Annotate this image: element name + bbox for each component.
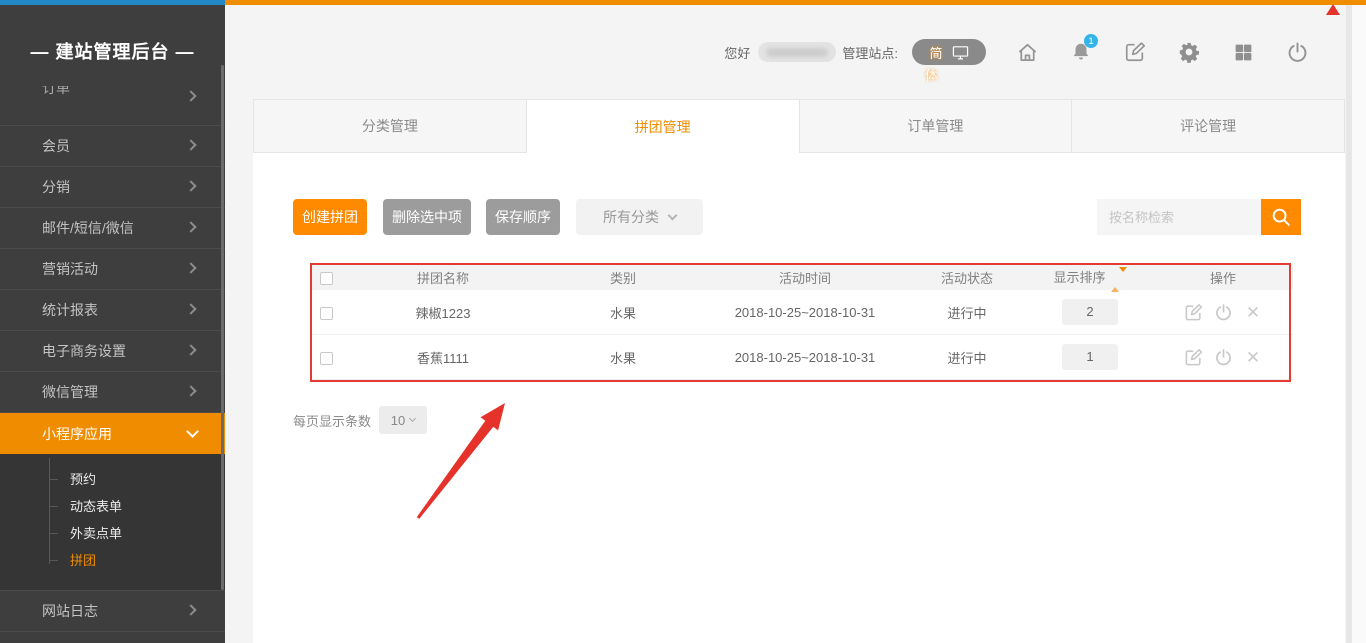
- tab-order-management[interactable]: 订单管理: [800, 100, 1073, 153]
- sidebar-item-mail-sms-wechat[interactable]: 邮件/短信/微信: [0, 208, 225, 249]
- chevron-right-icon: [185, 139, 196, 150]
- sidebar-item-ecommerce-settings[interactable]: 电子商务设置: [0, 331, 225, 372]
- power-icon[interactable]: [1214, 303, 1233, 322]
- sidebar-item-miniprogram-apps[interactable]: 小程序应用: [0, 413, 225, 454]
- pagination: 每页显示条数 10: [293, 405, 427, 435]
- sidebar: — 建站管理后台 — 订单 会员 分销 邮件/短信/微信 营销活动 统计报表 电…: [0, 5, 225, 643]
- chevron-right-icon: [185, 180, 196, 191]
- notification-badge: 1: [1084, 34, 1098, 48]
- cell-time: 2018-10-25~2018-10-31: [703, 305, 907, 320]
- cell-time: 2018-10-25~2018-10-31: [703, 350, 907, 365]
- page-size-label: 每页显示条数: [293, 411, 371, 430]
- create-groupbuy-button[interactable]: 创建拼团: [293, 199, 367, 235]
- category-filter-select[interactable]: 所有分类: [576, 199, 703, 235]
- select-all-checkbox[interactable]: [320, 272, 333, 285]
- cell-category: 水果: [543, 303, 703, 322]
- chevron-right-icon: [185, 385, 196, 396]
- bell-icon[interactable]: 1: [1068, 39, 1094, 65]
- order-input[interactable]: 1: [1062, 344, 1118, 370]
- sidebar-item-wechat-management[interactable]: 微信管理: [0, 372, 225, 413]
- top-strip-orange: [225, 0, 1366, 5]
- col-header-name: 拼团名称: [343, 268, 543, 287]
- table-row: 香蕉1111 水果 2018-10-25~2018-10-31 进行中 1 ✕: [310, 335, 1293, 380]
- content-panel: 创建拼团 删除选中项 保存顺序 所有分类 拼团名称 类别 活动时间 活动状态 显…: [253, 153, 1345, 643]
- row-checkbox[interactable]: [320, 307, 333, 320]
- power-icon[interactable]: [1214, 348, 1233, 367]
- monitor-icon: [952, 45, 969, 60]
- table-header-row: 拼团名称 类别 活动时间 活动状态 显示排序 操作: [310, 264, 1293, 290]
- delete-x-icon[interactable]: ✕: [1244, 348, 1263, 367]
- sidebar-subitem-reservation[interactable]: 预约: [0, 466, 225, 493]
- cell-status: 进行中: [907, 348, 1027, 367]
- chevron-right-icon: [185, 303, 196, 314]
- sidebar-subitem-takeout[interactable]: 外卖点单: [0, 520, 225, 547]
- tab-groupbuy-management[interactable]: 拼团管理: [527, 100, 800, 153]
- search-button[interactable]: [1261, 199, 1301, 235]
- search-input[interactable]: [1097, 199, 1261, 235]
- save-order-button[interactable]: 保存顺序: [486, 199, 560, 235]
- language-switch[interactable]: 简 体: [912, 39, 986, 65]
- col-header-category: 类别: [543, 268, 703, 287]
- chevron-right-icon: [185, 344, 196, 355]
- sidebar-scrollbar-thumb[interactable]: [221, 65, 224, 590]
- edit-icon[interactable]: [1184, 303, 1203, 322]
- col-header-time: 活动时间: [703, 268, 907, 287]
- sidebar-item-members[interactable]: 会员: [0, 126, 225, 167]
- tab-category-management[interactable]: 分类管理: [254, 100, 527, 153]
- sidebar-item-statistics[interactable]: 统计报表: [0, 290, 225, 331]
- chevron-right-icon: [185, 262, 196, 273]
- chevron-right-icon: [185, 604, 196, 615]
- edit-icon[interactable]: [1122, 39, 1148, 65]
- magnifier-icon: [1270, 206, 1292, 228]
- cell-name: 辣椒1223: [343, 303, 543, 322]
- username-redacted: [758, 42, 836, 62]
- order-input[interactable]: 2: [1062, 299, 1118, 325]
- row-checkbox[interactable]: [320, 352, 333, 365]
- tab-comment-management[interactable]: 评论管理: [1072, 100, 1344, 153]
- sidebar-item-orders[interactable]: 订单: [0, 86, 225, 126]
- col-header-ops: 操作: [1153, 268, 1293, 287]
- sidebar-item-distribution[interactable]: 分销: [0, 167, 225, 208]
- sidebar-item-site-logs[interactable]: 网站日志: [0, 591, 225, 632]
- app-title: — 建站管理后台 —: [0, 38, 225, 64]
- col-header-order: 显示排序: [1027, 267, 1153, 286]
- top-header: 您好 管理站点: 简 体 1: [225, 28, 1366, 76]
- edit-icon[interactable]: [1184, 348, 1203, 367]
- language-char-wrapped: 体: [925, 65, 938, 84]
- cell-status: 进行中: [907, 303, 1027, 322]
- tab-bar: 分类管理 拼团管理 订单管理 评论管理: [253, 99, 1345, 153]
- chevron-down-icon: [409, 415, 416, 422]
- sidebar-item-marketing[interactable]: 营销活动: [0, 249, 225, 290]
- sidebar-subitem-dynamic-forms[interactable]: 动态表单: [0, 493, 225, 520]
- sidebar-menu: 订单 会员 分销 邮件/短信/微信 营销活动 统计报表 电子商务设置 微信管理: [0, 86, 225, 643]
- page-size-select[interactable]: 10: [379, 406, 427, 434]
- search-bar: [1097, 199, 1301, 235]
- sidebar-subitem-groupbuy[interactable]: 拼团: [0, 547, 225, 574]
- col-header-status: 活动状态: [907, 268, 1027, 287]
- power-icon[interactable]: [1284, 39, 1310, 65]
- gear-icon[interactable]: [1176, 39, 1202, 65]
- right-gutter: [1352, 5, 1366, 643]
- sidebar-submenu: 预约 动态表单 外卖点单 拼团: [0, 454, 225, 591]
- greeting-text: 您好: [724, 43, 750, 62]
- chevron-down-icon: [186, 425, 199, 438]
- home-icon[interactable]: [1014, 39, 1040, 65]
- chevron-right-icon: [185, 90, 196, 101]
- delete-selected-button[interactable]: 删除选中项: [383, 199, 471, 235]
- site-label: 管理站点:: [842, 43, 898, 62]
- language-char: 简: [929, 43, 942, 62]
- table-row: 辣椒1223 水果 2018-10-25~2018-10-31 进行中 2 ✕: [310, 290, 1293, 335]
- sort-icon[interactable]: [1111, 272, 1127, 287]
- apps-grid-icon[interactable]: [1230, 39, 1256, 65]
- chevron-right-icon: [185, 221, 196, 232]
- chevron-down-icon: [668, 210, 678, 220]
- delete-x-icon[interactable]: ✕: [1244, 303, 1263, 322]
- cell-name: 香蕉1111: [343, 348, 543, 367]
- groupbuy-table: 拼团名称 类别 活动时间 活动状态 显示排序 操作 辣椒1223 水果 2018…: [310, 264, 1293, 380]
- cell-category: 水果: [543, 348, 703, 367]
